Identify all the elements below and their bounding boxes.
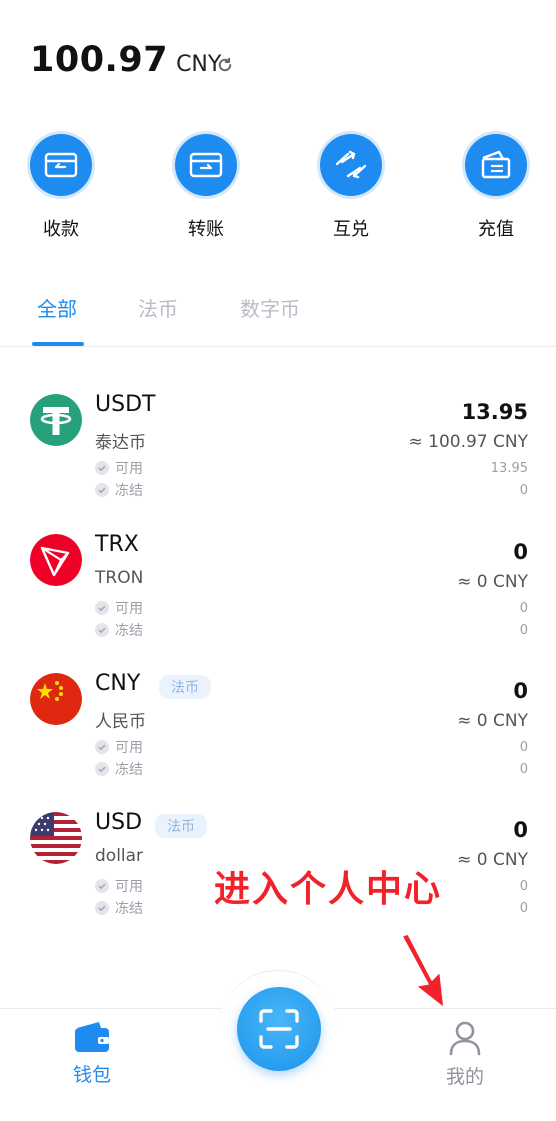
available-row: 可用 (95, 598, 143, 618)
available-value: 0 (519, 601, 528, 616)
nav-wallet-label: 钱包 (72, 1064, 111, 1086)
asset-symbol: USD (95, 810, 143, 835)
asset-symbol: TRX (95, 532, 139, 557)
check-icon (95, 601, 109, 615)
available-value: 0 (519, 879, 528, 894)
asset-name: 人民币 (95, 712, 146, 732)
balance-unit: CNY (176, 52, 222, 77)
refresh-icon[interactable] (216, 56, 234, 74)
scan-icon (259, 1009, 299, 1049)
frozen-row: 冻结 (95, 480, 143, 500)
available-label: 可用 (115, 461, 143, 477)
frozen-label: 冻结 (115, 901, 143, 917)
asset-symbol: USDT (95, 392, 156, 417)
frozen-value: 0 (519, 483, 528, 498)
scan-button[interactable] (237, 987, 321, 1071)
asset-row-usdt[interactable]: USDT 泰达币 可用 冻结 13.95 ≈ 100.97 CNY 13.95 … (0, 392, 556, 524)
available-row: 可用 (95, 876, 143, 896)
available-row: 可用 (95, 737, 143, 757)
frozen-row: 冻结 (95, 759, 143, 779)
check-icon (95, 901, 109, 915)
profile-icon (449, 1021, 481, 1056)
asset-fiat-value: ≈ 0 CNY (457, 572, 528, 592)
asset-name: TRON (95, 568, 144, 588)
balance-amount: 100.97 (30, 40, 169, 80)
receive-button[interactable]: 收款 (16, 134, 106, 241)
available-label: 可用 (115, 879, 143, 895)
tab-divider (0, 346, 556, 347)
tab-all[interactable]: 全部 (37, 293, 77, 322)
available-label: 可用 (115, 740, 143, 756)
asset-row-cny[interactable]: CNY 法币 人民币 可用 冻结 0 ≈ 0 CNY 0 0 (0, 671, 556, 803)
check-icon (95, 483, 109, 497)
transfer-icon (189, 152, 223, 178)
available-value: 13.95 (490, 461, 528, 476)
asset-fiat-value: ≈ 0 CNY (457, 711, 528, 731)
frozen-row: 冻结 (95, 620, 143, 640)
asset-fiat-value: ≈ 0 CNY (457, 850, 528, 870)
receive-label: 收款 (43, 219, 79, 240)
asset-amount: 0 (513, 818, 528, 842)
recharge-button[interactable]: 充值 (451, 134, 541, 241)
recharge-label: 充值 (478, 219, 514, 240)
annotation-text: 进入个人中心 (214, 869, 443, 910)
check-icon (95, 461, 109, 475)
nav-profile-label: 我的 (445, 1066, 484, 1088)
asset-symbol: CNY (95, 671, 141, 696)
asset-name: dollar (95, 846, 144, 866)
transfer-label: 转账 (188, 219, 224, 240)
check-icon (95, 762, 109, 776)
frozen-label: 冻结 (115, 623, 143, 639)
transfer-button[interactable]: 转账 (161, 134, 251, 241)
frozen-label: 冻结 (115, 762, 143, 778)
asset-amount: 0 (513, 679, 528, 703)
tether-logo-icon (30, 394, 82, 446)
tron-logo-icon (30, 534, 82, 586)
frozen-label: 冻结 (115, 483, 143, 499)
wallet-icon (75, 1022, 109, 1052)
frozen-value: 0 (519, 762, 528, 777)
check-icon (95, 879, 109, 893)
available-label: 可用 (115, 601, 143, 617)
tab-crypto[interactable]: 数字币 (240, 293, 300, 322)
asset-row-trx[interactable]: TRX TRON 可用 冻结 0 ≈ 0 CNY 0 0 (0, 532, 556, 664)
fiat-badge: 法币 (159, 675, 211, 699)
fiat-badge: 法币 (155, 814, 207, 838)
exchange-icon (335, 150, 367, 179)
asset-name: 泰达币 (95, 433, 146, 453)
asset-amount: 0 (513, 540, 528, 564)
nav-profile[interactable]: 我的 (420, 1020, 510, 1089)
receive-icon (44, 152, 78, 178)
us-flag-icon (30, 812, 82, 864)
exchange-label: 互兑 (333, 219, 369, 240)
asset-fiat-value: ≈ 100.97 CNY (408, 432, 528, 452)
asset-amount: 13.95 (461, 400, 528, 424)
nav-wallet[interactable]: 钱包 (47, 1020, 137, 1087)
check-icon (95, 623, 109, 637)
annotation-arrow-icon (401, 933, 445, 1009)
china-flag-icon (30, 673, 82, 725)
available-value: 0 (519, 740, 528, 755)
available-row: 可用 (95, 458, 143, 478)
frozen-value: 0 (519, 623, 528, 638)
tab-fiat[interactable]: 法币 (138, 293, 178, 322)
frozen-value: 0 (519, 901, 528, 916)
check-icon (95, 740, 109, 754)
exchange-button[interactable]: 互兑 (306, 134, 396, 241)
recharge-icon (481, 150, 511, 179)
frozen-row: 冻结 (95, 898, 143, 918)
total-balance: 100.97 CNY (30, 40, 221, 88)
